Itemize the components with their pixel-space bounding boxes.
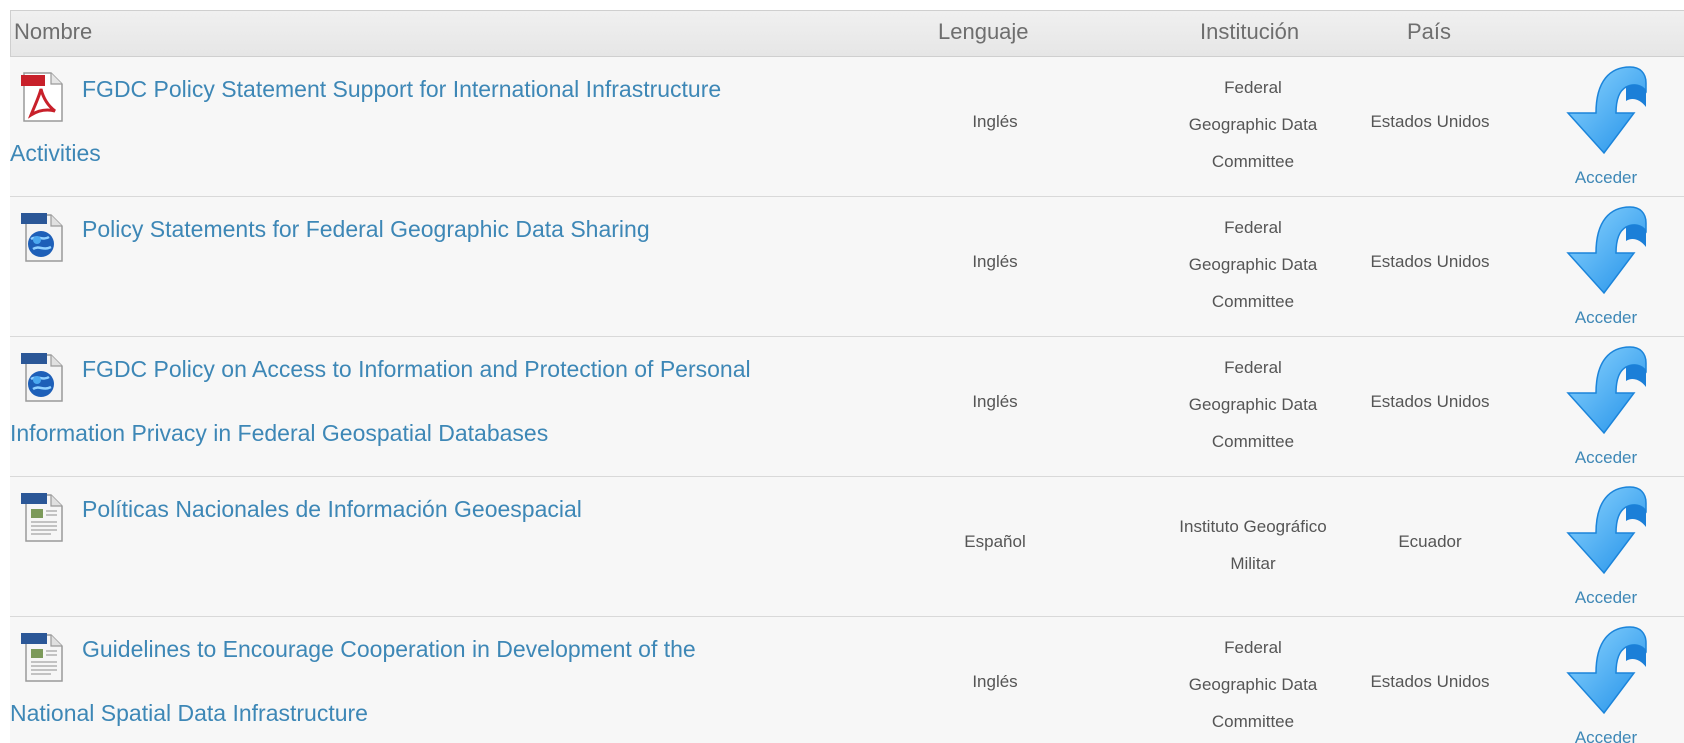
document-title-link[interactable]: Políticas Nacionales de Información Geoe… xyxy=(10,477,790,541)
institution-line: Geographic Data xyxy=(1188,115,1318,134)
header-institution[interactable]: Institución xyxy=(1200,19,1299,45)
language-cell: Inglés xyxy=(972,252,1018,271)
table-row: Políticas Nacionales de Información Geoe… xyxy=(10,477,1684,617)
language-cell: Inglés xyxy=(972,112,1018,131)
institution-cell: Federal Geographic Data Committee xyxy=(1165,69,1341,180)
institution-cell: Federal Geographic Data Committee xyxy=(1165,349,1341,460)
institution-line: Instituto Geográfico xyxy=(1179,517,1327,536)
document-title-link[interactable]: Policy Statements for Federal Geographic… xyxy=(10,197,790,261)
institution-line: Federal xyxy=(1224,78,1282,97)
acceder-download-button[interactable]: Acceder xyxy=(1558,343,1654,468)
documents-table: Nombre Lenguaje Institución País FGDC Po… xyxy=(10,10,1684,743)
language-cell: Español xyxy=(964,532,1026,551)
country-cell: Estados Unidos xyxy=(1370,252,1490,271)
institution-line: Committee xyxy=(1211,152,1295,171)
table-row: FGDC Policy Statement Support for Intern… xyxy=(10,57,1684,197)
acceder-label[interactable]: Acceder xyxy=(1558,588,1654,608)
acceder-label[interactable]: Acceder xyxy=(1558,728,1654,743)
institution-line: Geographic Data xyxy=(1188,675,1318,694)
acceder-download-button[interactable]: Acceder xyxy=(1558,203,1654,328)
document-title-link[interactable]: FGDC Policy on Access to Information and… xyxy=(10,337,790,465)
country-cell: Estados Unidos xyxy=(1370,392,1490,411)
country-cell: Estados Unidos xyxy=(1370,112,1490,131)
acceder-label[interactable]: Acceder xyxy=(1558,448,1654,468)
acceder-label[interactable]: Acceder xyxy=(1558,308,1654,328)
country-cell: Ecuador xyxy=(1398,532,1462,551)
institution-line: Committee xyxy=(1211,712,1295,731)
institution-line: Geographic Data xyxy=(1188,255,1318,274)
acceder-download-button[interactable]: Acceder xyxy=(1558,63,1654,188)
acceder-download-button[interactable]: Acceder xyxy=(1558,623,1654,743)
acceder-label[interactable]: Acceder xyxy=(1558,168,1654,188)
institution-line: Committee xyxy=(1211,432,1295,451)
header-language[interactable]: Lenguaje xyxy=(938,19,1029,45)
acceder-download-button[interactable]: Acceder xyxy=(1558,483,1654,608)
institution-line: Federal xyxy=(1224,218,1282,237)
language-cell: Inglés xyxy=(972,672,1018,691)
table-row: FGDC Policy on Access to Information and… xyxy=(10,337,1684,477)
table-row: Guidelines to Encourage Cooperation in D… xyxy=(10,617,1684,743)
table-header: Nombre Lenguaje Institución País xyxy=(10,10,1684,57)
institution-cell: Federal Geographic Data Committee xyxy=(1165,209,1341,320)
header-country[interactable]: País xyxy=(1407,19,1451,45)
institution-cell: Instituto Geográfico Militar xyxy=(1165,508,1341,582)
language-cell: Inglés xyxy=(972,392,1018,411)
institution-line: Geographic Data xyxy=(1188,395,1318,414)
institution-cell: Federal Geographic Data Committee xyxy=(1165,629,1341,740)
institution-line: Federal xyxy=(1224,638,1282,657)
country-cell: Estados Unidos xyxy=(1370,672,1490,691)
institution-line: Federal xyxy=(1224,358,1282,377)
table-body: FGDC Policy Statement Support for Intern… xyxy=(10,57,1684,743)
document-title-link[interactable]: FGDC Policy Statement Support for Intern… xyxy=(10,57,790,185)
table-row: Policy Statements for Federal Geographic… xyxy=(10,197,1684,337)
institution-line: Militar xyxy=(1230,554,1276,573)
institution-line: Committee xyxy=(1211,292,1295,311)
header-name[interactable]: Nombre xyxy=(14,19,92,45)
document-title-link[interactable]: Guidelines to Encourage Cooperation in D… xyxy=(10,617,790,743)
